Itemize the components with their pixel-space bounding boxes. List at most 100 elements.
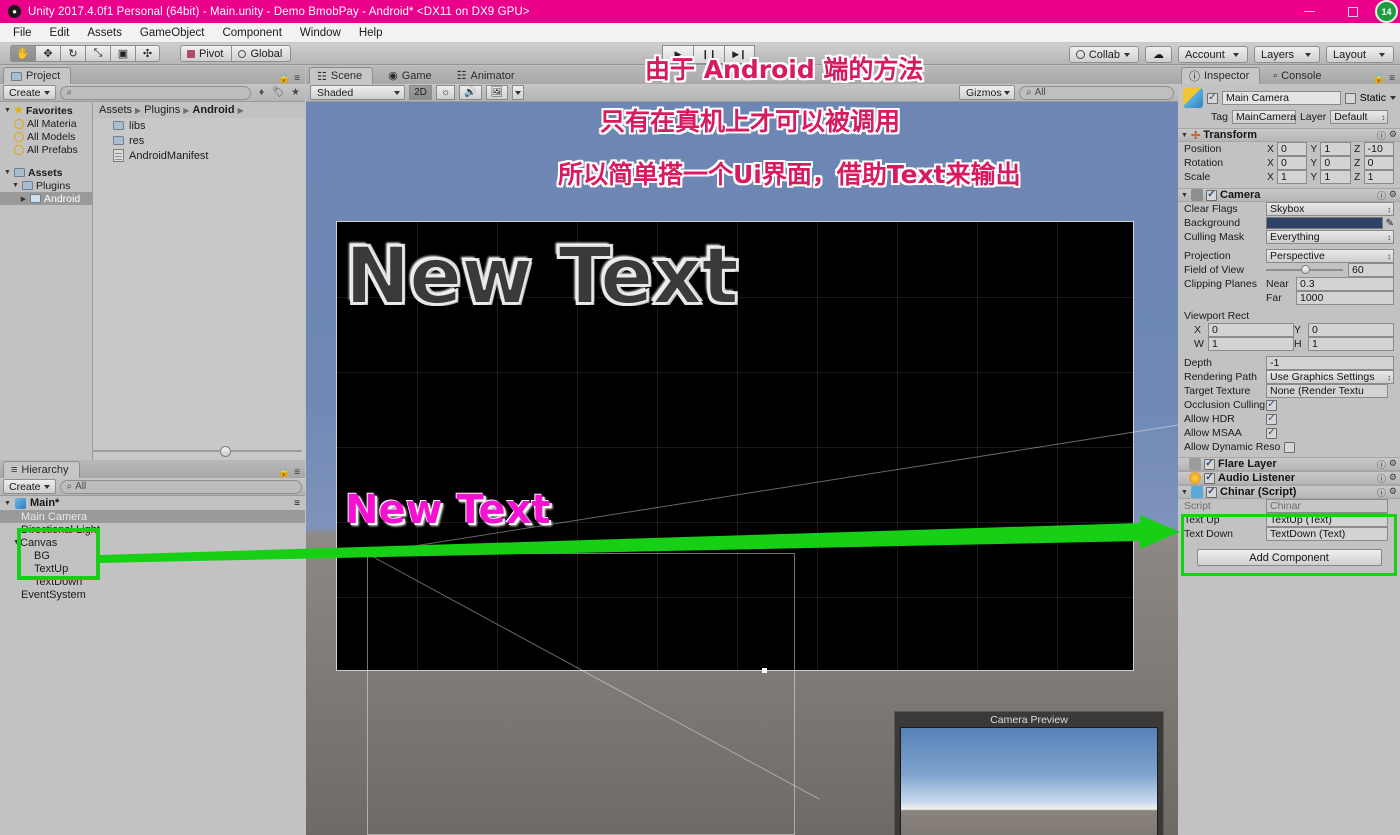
scale-tool-icon[interactable]: ⤡ — [85, 45, 110, 62]
collab-button[interactable]: Collab — [1068, 46, 1139, 63]
viewport-x-input[interactable]: 0 — [1208, 323, 1294, 337]
tree-item-all-materials[interactable]: All Materia — [0, 117, 92, 130]
lock-icon[interactable]: 🔒 — [278, 467, 290, 478]
hierarchy-item-canvas[interactable]: ▼ Canvas — [0, 536, 305, 549]
help-icon[interactable]: ⓘ — [1377, 129, 1386, 142]
breadcrumb-assets[interactable]: Assets — [99, 104, 132, 116]
panel-menu-icon[interactable]: ≡ — [1389, 73, 1395, 84]
slider-knob[interactable] — [1300, 265, 1310, 274]
tree-item-plugins[interactable]: ▼ Plugins — [0, 179, 92, 192]
camera-enabled-checkbox[interactable] — [1206, 189, 1217, 201]
allow-dynamic-resolution-checkbox[interactable] — [1284, 441, 1295, 453]
allow-hdr-checkbox[interactable] — [1266, 413, 1277, 425]
viewport-w-input[interactable]: 1 — [1208, 337, 1294, 351]
minimize-button[interactable] — [1287, 0, 1331, 23]
help-icon[interactable]: ⓘ — [1377, 486, 1386, 499]
menu-gameobject[interactable]: GameObject — [131, 23, 214, 43]
transform-tool-icon[interactable]: ✣ — [135, 45, 160, 62]
hierarchy-item-main-camera[interactable]: Main Camera — [0, 510, 305, 523]
chevron-down-icon[interactable]: ▼ — [4, 107, 11, 114]
chevron-down-icon[interactable]: ▼ — [13, 539, 20, 546]
audio-listener-component-header[interactable]: Audio Listener ⓘ⚙ — [1178, 471, 1400, 485]
pivot-toggle[interactable]: Pivot — [180, 45, 232, 62]
scale-z-input[interactable]: 1 — [1363, 170, 1394, 184]
project-zoom-slider[interactable] — [92, 445, 302, 457]
rect-tool-icon[interactable]: ▣ — [110, 45, 135, 62]
toggle-2d-button[interactable]: 2D — [409, 85, 432, 100]
tree-item-all-models[interactable]: All Models — [0, 130, 92, 143]
move-tool-icon[interactable]: ✥ — [35, 45, 60, 62]
slider-knob[interactable] — [220, 445, 232, 457]
viewport-h-input[interactable]: 1 — [1308, 337, 1394, 351]
chevron-down-icon[interactable]: ▼ — [12, 182, 19, 189]
lock-icon[interactable]: 🔒 — [1373, 73, 1385, 84]
menu-help[interactable]: Help — [350, 23, 392, 43]
gear-icon[interactable]: ⚙ — [1389, 129, 1397, 142]
project-create-button[interactable]: Create — [3, 85, 56, 100]
project-panel-menu[interactable]: 🔒 ≡ — [278, 73, 305, 84]
chinar-script-component-header[interactable]: ▼ Chinar (Script) ⓘ⚙ — [1178, 485, 1400, 499]
tab-game[interactable]: ◉ Game — [381, 67, 442, 84]
tree-item-all-prefabs[interactable]: All Prefabs — [0, 143, 92, 156]
flare-layer-enabled-checkbox[interactable] — [1204, 458, 1215, 470]
projection-dropdown[interactable]: Perspective — [1266, 249, 1394, 263]
chevron-down-icon[interactable]: ▼ — [1181, 192, 1188, 199]
chevron-down-icon[interactable]: ▼ — [1181, 132, 1188, 139]
viewport-y-input[interactable]: 0 — [1308, 323, 1394, 337]
help-icon[interactable]: ⓘ — [1377, 458, 1386, 471]
asset-item-androidmanifest[interactable]: AndroidManifest — [93, 148, 305, 163]
tree-item-android[interactable]: ▶ Android — [0, 192, 92, 205]
text-up-field[interactable]: TextUp (Text) — [1266, 513, 1388, 527]
menu-edit[interactable]: Edit — [41, 23, 79, 43]
account-dropdown[interactable]: Account — [1178, 46, 1248, 63]
gameobject-enabled-checkbox[interactable] — [1207, 92, 1218, 104]
tab-inspector[interactable]: ⓘ Inspector — [1181, 67, 1261, 84]
breadcrumb-android[interactable]: Android — [192, 104, 234, 116]
tag-dropdown[interactable]: MainCamera — [1231, 110, 1296, 124]
gear-icon[interactable]: ⚙ — [1389, 486, 1397, 499]
ui-canvas-rect[interactable]: New Text New Text — [334, 221, 1178, 835]
hierarchy-panel-menu[interactable]: 🔒 ≡ — [278, 467, 305, 478]
clear-flags-dropdown[interactable]: Skybox — [1266, 202, 1394, 216]
help-icon[interactable]: ⓘ — [1377, 472, 1386, 485]
position-z-input[interactable]: -10 — [1363, 142, 1394, 156]
menu-file[interactable]: File — [4, 23, 41, 43]
menu-assets[interactable]: Assets — [78, 23, 131, 43]
tab-animator[interactable]: ☷ Animator — [450, 67, 525, 84]
panel-menu-icon[interactable]: ≡ — [294, 467, 300, 478]
project-search-input[interactable]: ⌕ — [59, 85, 251, 100]
position-x-input[interactable]: 0 — [1277, 142, 1308, 156]
hierarchy-scene-row[interactable]: ▼ Main* ≡ — [0, 496, 305, 510]
layer-dropdown[interactable]: Default — [1330, 110, 1389, 124]
rotation-z-input[interactable]: 0 — [1363, 156, 1394, 170]
chevron-down-icon[interactable]: ▼ — [4, 169, 11, 176]
filter-label-icon[interactable]: 🏷 — [272, 86, 285, 100]
hierarchy-search-input[interactable]: ⌕ All — [59, 479, 302, 494]
occlusion-culling-checkbox[interactable] — [1266, 399, 1277, 411]
hierarchy-item-bg[interactable]: BG — [0, 549, 305, 562]
layers-dropdown[interactable]: Layers — [1254, 46, 1320, 63]
transform-component-header[interactable]: ▼ ✢ Transform ⓘ ⚙ — [1178, 128, 1400, 142]
chevron-down-icon[interactable]: ▼ — [4, 500, 11, 507]
depth-input[interactable]: -1 — [1266, 356, 1394, 370]
hierarchy-item-directional-light[interactable]: Directional Light — [0, 523, 305, 536]
near-input[interactable]: 0.3 — [1296, 277, 1394, 291]
rotation-y-input[interactable]: 0 — [1320, 156, 1351, 170]
position-y-input[interactable]: 1 — [1320, 142, 1351, 156]
scale-y-input[interactable]: 1 — [1320, 170, 1351, 184]
rendering-path-dropdown[interactable]: Use Graphics Settings — [1266, 370, 1394, 384]
rotate-tool-icon[interactable]: ↻ — [60, 45, 85, 62]
scale-x-input[interactable]: 1 — [1277, 170, 1308, 184]
allow-msaa-checkbox[interactable] — [1266, 427, 1277, 439]
global-toggle[interactable]: Global — [231, 45, 292, 62]
panel-menu-icon[interactable]: ≡ — [294, 73, 300, 84]
rect-handle[interactable] — [334, 550, 339, 555]
help-icon[interactable]: ⓘ — [1377, 189, 1386, 202]
audio-icon[interactable]: 🔊 — [459, 85, 482, 100]
notification-badge[interactable]: 14 — [1375, 0, 1398, 23]
gear-icon[interactable]: ⚙ — [1389, 189, 1397, 202]
hierarchy-item-textdown[interactable]: TextDown — [0, 575, 305, 588]
target-texture-field[interactable]: None (Render Textu — [1266, 384, 1388, 398]
eyedropper-icon[interactable]: ✎ — [1386, 218, 1394, 229]
gear-icon[interactable]: ⚙ — [1389, 458, 1397, 471]
